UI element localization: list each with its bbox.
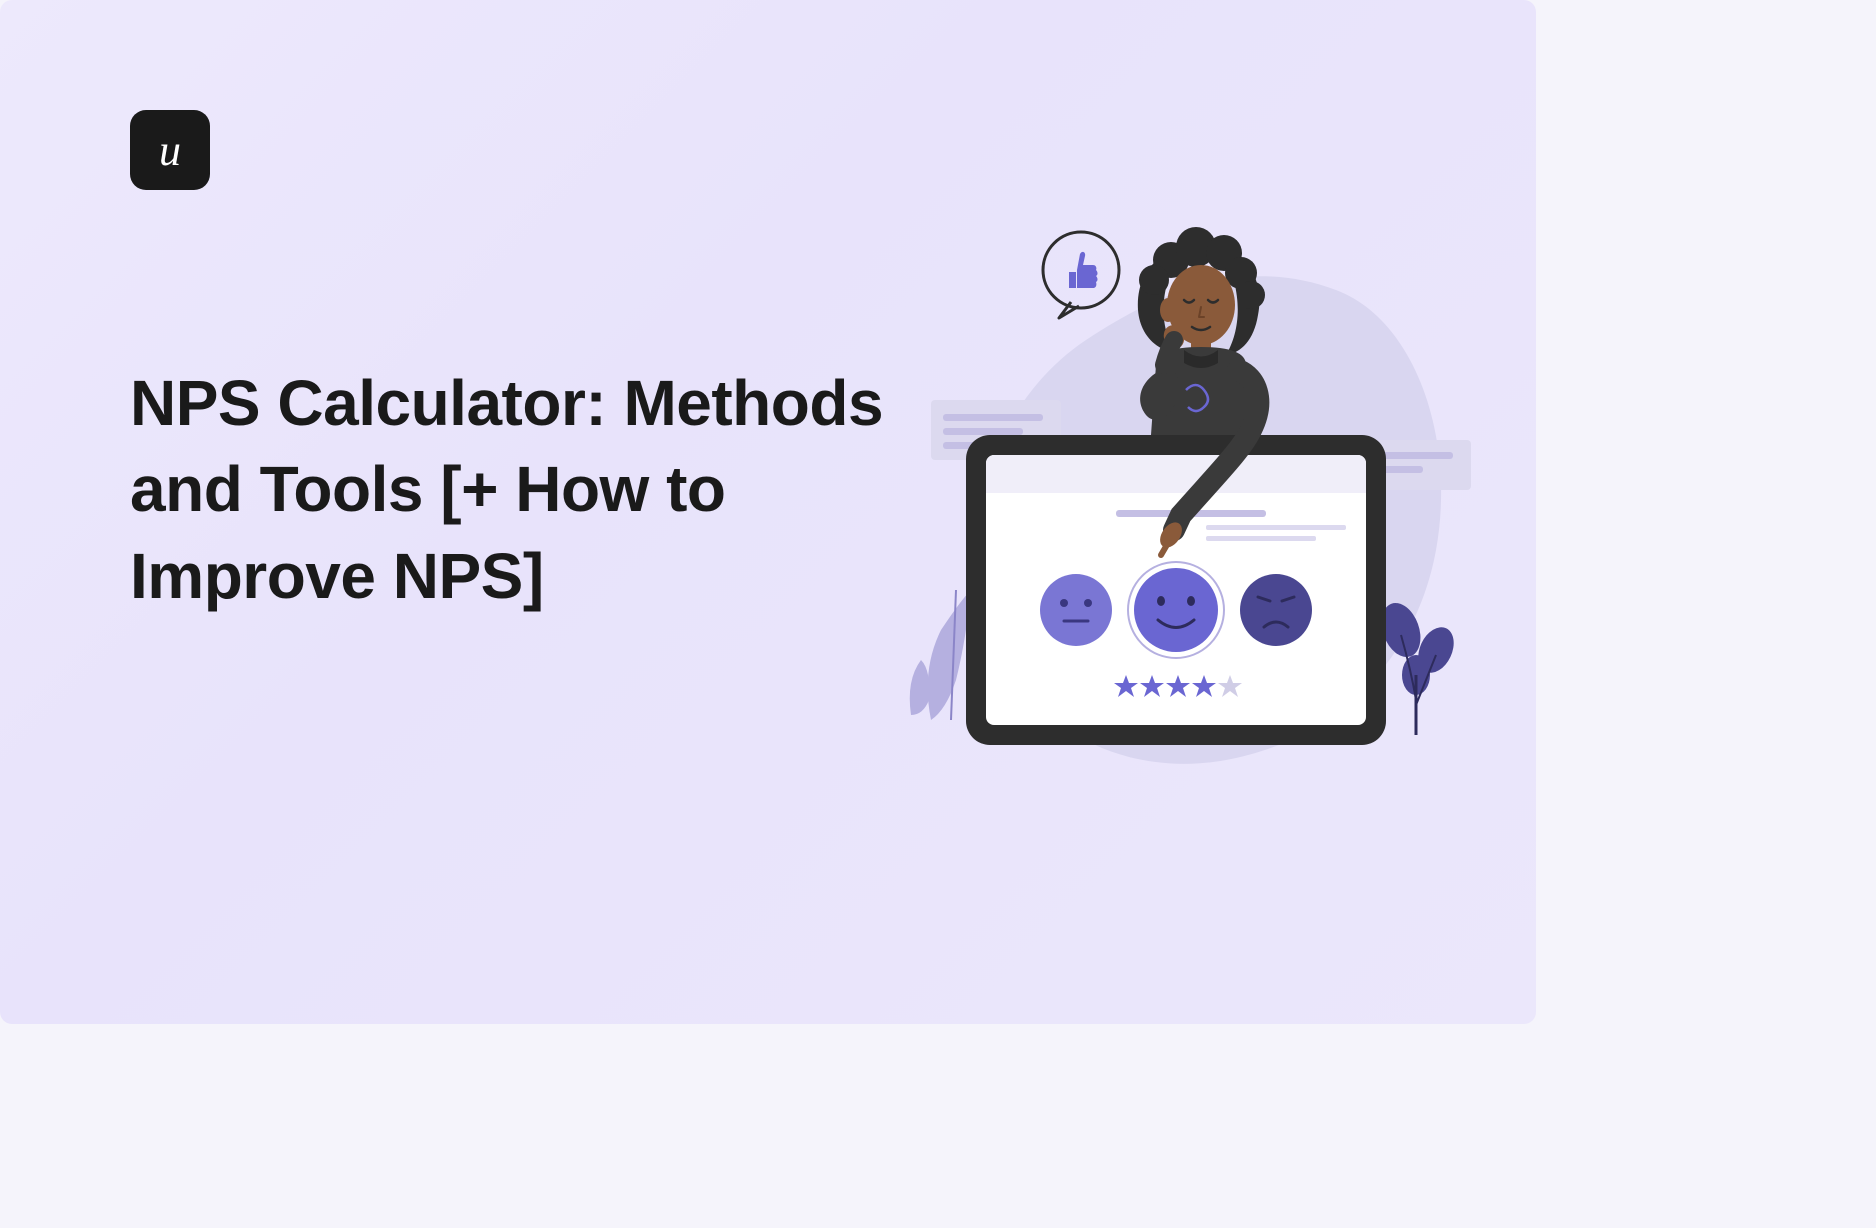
plant-right-icon [1375, 598, 1461, 735]
face-happy-icon [1128, 562, 1224, 658]
hero-illustration [856, 200, 1476, 820]
page-title: NPS Calculator: Methods and Tools [+ How… [130, 360, 910, 619]
thumbs-up-bubble-icon [1043, 232, 1119, 318]
brand-logo-letter: u [159, 125, 181, 176]
brand-logo: u [130, 110, 210, 190]
tablet-device-icon [966, 435, 1386, 745]
hero-card: u NPS Calculator: Methods and Tools [+ H… [0, 0, 1536, 1024]
face-sad-icon [1240, 574, 1312, 646]
face-neutral-icon [1040, 574, 1112, 646]
leaf-left-icon [910, 590, 971, 720]
